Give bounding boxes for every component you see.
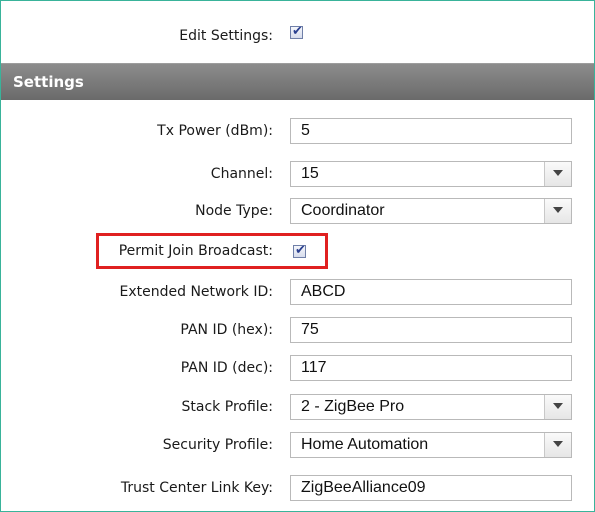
channel-dropdown-button[interactable] <box>544 162 571 186</box>
edit-settings-checkbox[interactable]: ✔ <box>290 24 303 39</box>
permit-join-highlight <box>96 233 328 269</box>
tx-power-row: Tx Power (dBm): <box>0 114 593 148</box>
pan-id-dec-row: PAN ID (dec): <box>0 351 593 385</box>
extended-network-id-input[interactable] <box>290 279 572 305</box>
stack-profile-value: 2 - ZigBee Pro <box>301 398 405 415</box>
channel-value: 15 <box>301 165 319 182</box>
security-profile-dropdown-button[interactable] <box>544 433 571 457</box>
stack-profile-dropdown-button[interactable] <box>544 395 571 419</box>
security-profile-label: Security Profile: <box>162 437 273 453</box>
pan-id-dec-input[interactable] <box>290 355 572 381</box>
extended-network-id-label: Extended Network ID: <box>119 284 273 300</box>
node-type-select[interactable]: Coordinator <box>290 198 572 224</box>
stack-profile-select[interactable]: 2 - ZigBee Pro <box>290 394 572 420</box>
chevron-down-icon <box>553 170 563 176</box>
security-profile-value: Home Automation <box>301 436 429 453</box>
stack-profile-row: Stack Profile: 2 - ZigBee Pro <box>0 390 593 424</box>
section-title: Settings <box>13 73 84 91</box>
edit-settings-label: Edit Settings: <box>179 28 273 44</box>
security-profile-select[interactable]: Home Automation <box>290 432 572 458</box>
pan-id-hex-label: PAN ID (hex): <box>180 322 273 338</box>
stack-profile-label: Stack Profile: <box>181 399 273 415</box>
channel-select[interactable]: 15 <box>290 161 572 187</box>
tx-power-label: Tx Power (dBm): <box>157 123 273 139</box>
trust-center-link-key-row: Trust Center Link Key: <box>0 471 593 505</box>
node-type-dropdown-button[interactable] <box>544 199 571 223</box>
chevron-down-icon <box>553 441 563 447</box>
chevron-down-icon <box>553 207 563 213</box>
node-type-label: Node Type: <box>195 203 273 219</box>
trust-center-link-key-label: Trust Center Link Key: <box>120 480 273 496</box>
channel-row: Channel: 15 <box>0 157 593 191</box>
pan-id-dec-label: PAN ID (dec): <box>180 360 273 376</box>
trust-center-link-key-input[interactable] <box>290 475 572 501</box>
settings-section-header: Settings <box>1 63 594 100</box>
security-profile-row: Security Profile: Home Automation <box>0 428 593 462</box>
chevron-down-icon <box>553 403 563 409</box>
extended-network-id-row: Extended Network ID: <box>0 275 593 309</box>
channel-label: Channel: <box>210 166 273 182</box>
node-type-row: Node Type: Coordinator <box>0 194 593 228</box>
tx-power-input[interactable] <box>290 118 572 144</box>
node-type-value: Coordinator <box>301 202 385 219</box>
pan-id-hex-row: PAN ID (hex): <box>0 313 593 347</box>
edit-settings-row: Edit Settings: ✔ <box>0 19 593 53</box>
checkmark-icon: ✔ <box>292 24 303 39</box>
pan-id-hex-input[interactable] <box>290 317 572 343</box>
